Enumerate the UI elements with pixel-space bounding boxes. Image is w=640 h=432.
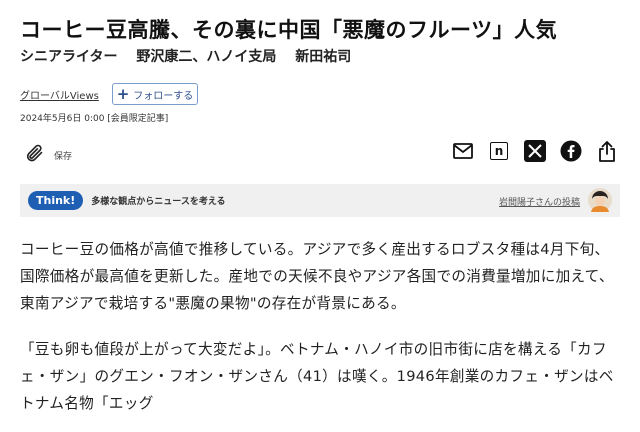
topic-link[interactable]: グローバルViews [20,87,99,102]
mail-icon[interactable] [452,140,474,162]
byline-author-2[interactable]: 新田祐司 [295,49,351,65]
article-paragraph-2: 「豆も卵も値段が上がって大変だよ」。ベトナム・ハノイ市の旧市街に店を構える「カフ… [20,341,614,412]
think-post-link[interactable]: 岩間陽子さんの投稿 [499,195,580,208]
think-description: 多様な観点からニュースを考える [91,197,226,207]
think-badge[interactable]: Think! [28,191,84,210]
follow-button-label: フォローする [133,90,194,102]
facebook-icon[interactable] [560,140,582,162]
article-headline: コーヒー豆高騰、その裏に中国「悪魔のフルーツ」人気 [20,18,558,42]
think-bar: Think! 多様な観点からニュースを考える 岩間陽子さんの投稿 [20,184,620,217]
byline-role: シニアライター [20,49,118,65]
paperclip-icon [24,143,44,167]
plus-icon: + [116,84,130,103]
note-glyph: n [490,142,508,160]
share-icon[interactable] [596,140,618,162]
x-icon[interactable] [524,140,546,162]
article-byline: シニアライター 野沢康二、ハノイ支局 新田祐司 [20,46,620,66]
byline-author-1[interactable]: 野沢康二、ハノイ支局 [136,49,276,65]
note-icon[interactable]: n [488,140,510,162]
publish-date: 2024年5月6日 0:00 [会員限定記事] [20,114,169,124]
save-label: 保存 [54,151,73,162]
share-toolbar: n [452,140,618,162]
article-paragraph-1: コーヒー豆の価格が高値で推移している。アジアで多く産出するロブスタ種は4月下旬、… [20,241,614,312]
follow-button[interactable]: + フォローする [112,83,198,105]
save-action[interactable]: 保存 [24,143,72,167]
avatar[interactable] [588,188,612,212]
